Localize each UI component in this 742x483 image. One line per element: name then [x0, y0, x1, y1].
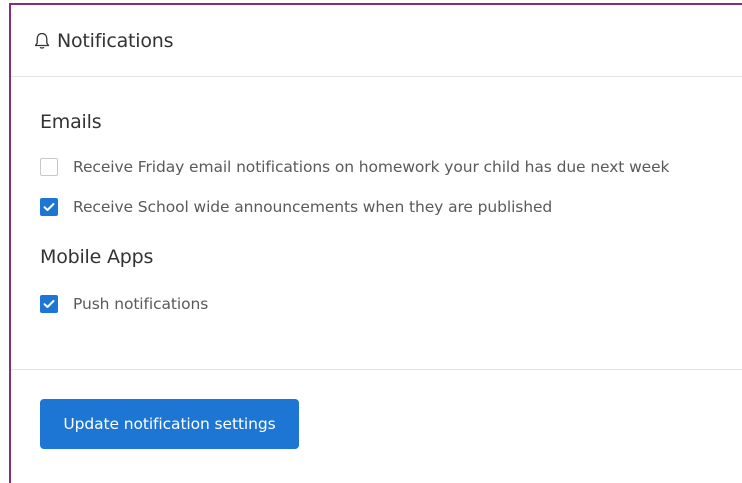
school-announcements-label: Receive School wide announcements when t… [73, 198, 553, 216]
option-school-announcements[interactable]: Receive School wide announcements when t… [40, 198, 742, 216]
panel-header: Notifications [11, 5, 742, 77]
option-friday-homework[interactable]: Receive Friday email notifications on ho… [40, 158, 742, 176]
notifications-panel: Notifications Emails Receive Friday emai… [9, 3, 742, 483]
emails-heading: Emails [40, 111, 102, 133]
option-push-notifications[interactable]: Push notifications [40, 295, 742, 313]
push-notifications-label: Push notifications [73, 295, 209, 313]
checkmark-icon [43, 203, 55, 211]
school-announcements-checkbox[interactable] [40, 198, 58, 216]
update-notification-settings-button[interactable]: Update notification settings [40, 399, 299, 449]
checkmark-icon [43, 300, 55, 308]
mobile-apps-heading: Mobile Apps [40, 246, 154, 268]
panel-body: Emails Receive Friday email notification… [11, 77, 742, 313]
friday-homework-label: Receive Friday email notifications on ho… [73, 158, 670, 176]
friday-homework-checkbox[interactable] [40, 158, 58, 176]
bell-icon [32, 31, 52, 51]
panel-title: Notifications [57, 29, 174, 52]
push-notifications-checkbox[interactable] [40, 295, 58, 313]
panel-footer: Update notification settings [11, 369, 742, 449]
